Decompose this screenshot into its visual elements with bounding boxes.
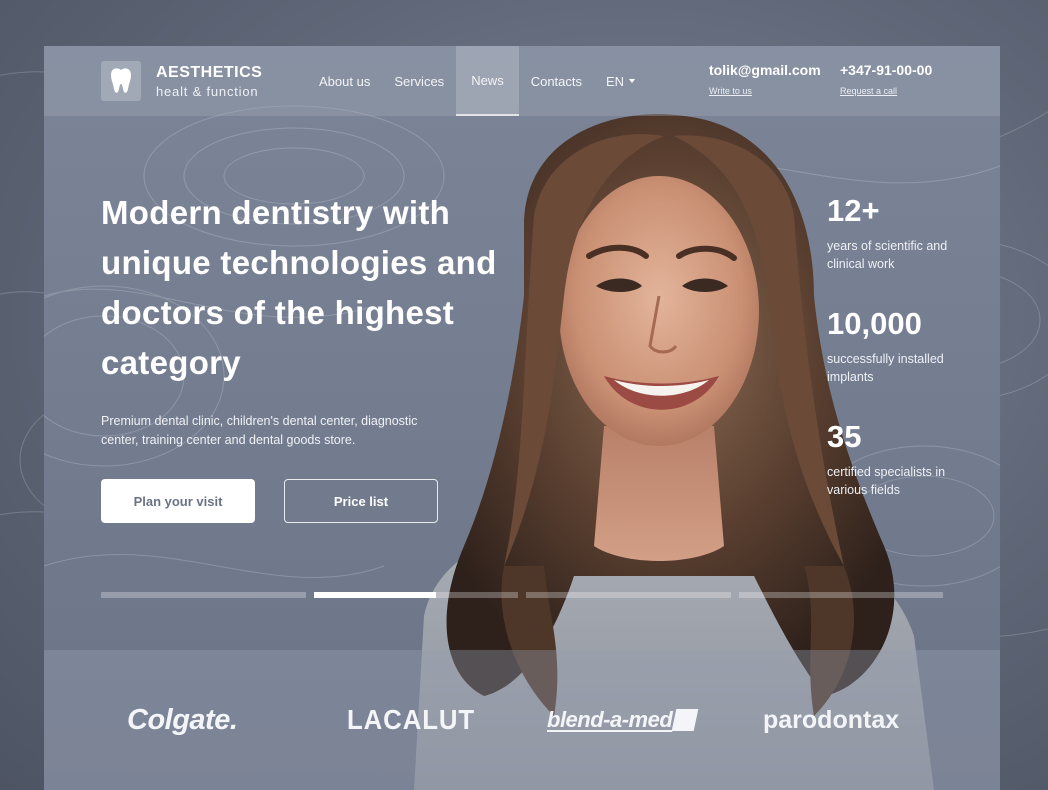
caret-down-icon [629, 79, 636, 83]
email-contact: tolik@gmail.com Write to us [709, 62, 821, 96]
language-selector[interactable]: EN [594, 46, 647, 116]
stat-value: 35 [827, 419, 862, 454]
request-call-link[interactable]: Request a call [840, 86, 932, 96]
email-address[interactable]: tolik@gmail.com [709, 62, 821, 78]
brand-name: AESTHETICS [156, 64, 263, 81]
website-card: AESTHETICS healt & function About us Ser… [44, 46, 1000, 790]
partner-logo-colgate[interactable]: Colgate. [127, 702, 238, 738]
site-header: AESTHETICS healt & function About us Ser… [44, 46, 1000, 116]
partner-logo-parodontax[interactable]: parodontax [763, 702, 899, 738]
partner-logo-text: blend-a-med [547, 707, 673, 732]
price-list-button[interactable]: Price list [284, 479, 438, 523]
nav-item-services[interactable]: Services [382, 46, 456, 116]
slider-segment[interactable] [526, 592, 731, 598]
stat-value: 10,000 [827, 306, 922, 341]
main-nav: About us Services News Contacts EN [307, 46, 647, 116]
stat-label: successfully installed implants [827, 352, 944, 384]
nav-item-contacts[interactable]: Contacts [519, 46, 594, 116]
logo[interactable] [101, 61, 141, 101]
hero-lead-text: Premium dental clinic, children's dental… [101, 414, 418, 447]
stat-implants: 10,000 successfully installed implants [827, 306, 957, 386]
write-to-us-link[interactable]: Write to us [709, 86, 821, 96]
nav-item-about-us[interactable]: About us [307, 46, 382, 116]
stat-specialists: 35 certified specialists in various fiel… [827, 419, 957, 499]
slider-progress [101, 592, 943, 598]
slider-segment[interactable] [738, 592, 943, 598]
stat-value: 12+ [827, 193, 880, 228]
blend-a-med-flag-icon [671, 709, 699, 731]
tooth-icon [111, 68, 131, 93]
phone-contact: +347-91-00-00 Request a call [840, 62, 932, 96]
stat-label: years of scientific and clinical work [827, 239, 948, 271]
plan-visit-button[interactable]: Plan your visit [101, 479, 255, 523]
slider-segment[interactable] [101, 592, 306, 598]
partner-brands-strip: Colgate. LACALUT blend-a-med parodontax [44, 650, 1000, 790]
brand-tagline: healt & function [156, 84, 259, 99]
phone-number[interactable]: +347-91-00-00 [840, 62, 932, 78]
stat-label: certified specialists in various fields [827, 465, 946, 497]
language-label: EN [606, 73, 625, 89]
slider-segment-fill [313, 592, 437, 598]
partner-logo-blend-a-med[interactable]: blend-a-med [547, 702, 699, 738]
hero-headline: Modern dentistry with unique technologie… [101, 194, 497, 381]
slider-segment[interactable] [313, 592, 518, 598]
nav-item-news[interactable]: News [456, 46, 519, 116]
partner-logo-lacalut[interactable]: LACALUT [347, 702, 475, 738]
stat-years: 12+ years of scientific and clinical wor… [827, 193, 957, 273]
